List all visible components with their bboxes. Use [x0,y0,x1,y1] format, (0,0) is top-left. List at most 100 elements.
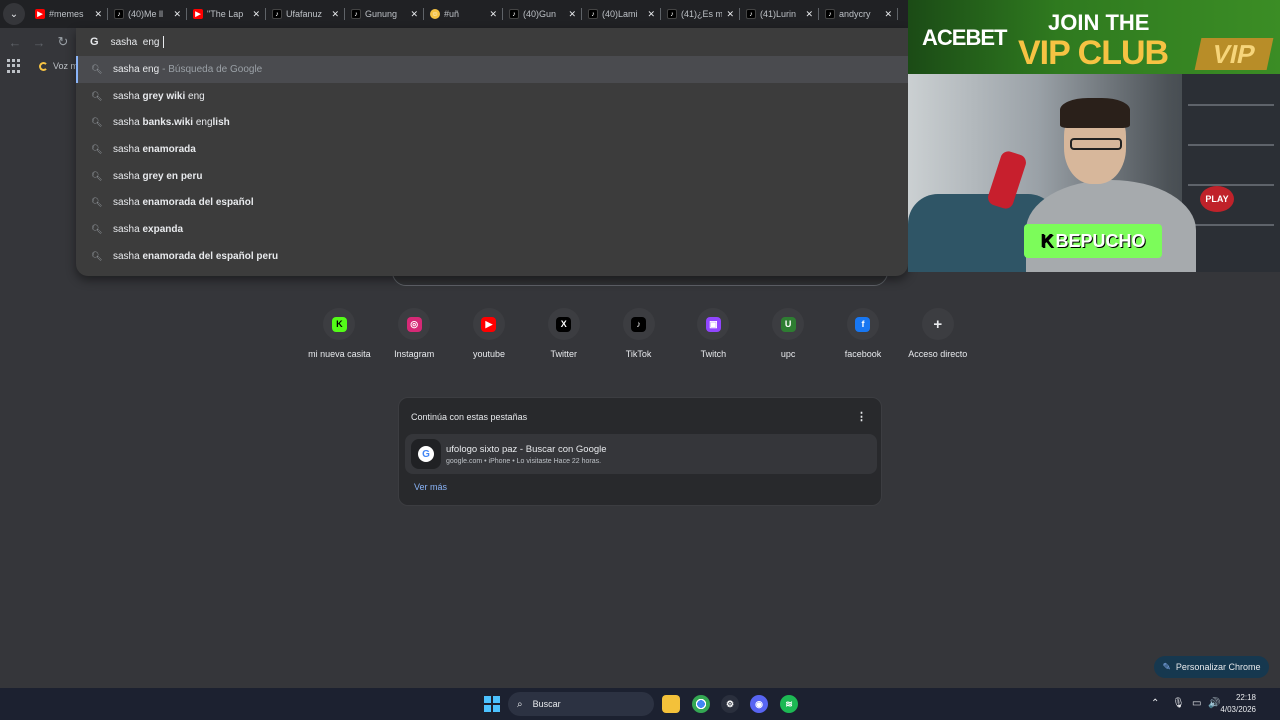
omnibox-suggestion[interactable]: 🔍︎ sasha enamorada del español peru [76,243,908,270]
close-icon[interactable]: ✕ [884,9,892,20]
browser-tab[interactable]: ♪ (40)Lami ✕ [582,0,661,28]
shortcuts-grid: Kmi nueva casita ◎ Instagram ▶ youtube X Twitt… [302,308,975,359]
shortcut-tile[interactable]: ▣ Twitch [676,308,751,359]
tab-title: #uñ [444,9,460,19]
tiktok-icon: ♪ [746,9,756,19]
reload-icon: ↻ [57,34,69,49]
tiktok-icon: ♪ [114,9,124,19]
browser-tab[interactable]: ♪ Ufafanuz ✕ [266,0,345,28]
browser-tab[interactable]: ♪ (41)Lurin ✕ [740,0,819,28]
shortcut-label: TikTok [625,349,652,359]
omnibox-suggestion[interactable]: 🔍︎ sasha enamorada [76,136,908,163]
search-icon: 🔍︎ [91,143,103,154]
close-icon[interactable]: ✕ [568,9,576,20]
shortcut-tile[interactable]: ▶ youtube [452,308,527,359]
tab-title: (41)Lurin [760,9,797,19]
chevron-down-icon: ⌄ [9,8,19,20]
close-icon[interactable]: ✕ [489,9,497,20]
search-icon: 🔍︎ [91,90,103,101]
spotify-icon[interactable]: ≋ [780,695,798,713]
youtube-icon: ▶ [193,9,203,19]
omnibox-suggestion[interactable]: 🔍︎ sasha grey wiki eng [76,83,908,110]
forward-button[interactable]: → [27,30,51,54]
browser-tab[interactable]: ♪ andycry ✕ [819,0,898,28]
shortcut-tile[interactable]: ♪ TikTok [601,308,676,359]
search-icon: 🔍︎ [91,197,103,208]
continue-tab-item[interactable]: G ufologo sixto paz - Buscar con Google … [405,434,877,474]
chrome-icon[interactable] [692,695,710,713]
browser-tab[interactable]: ♪ (40)Me ll ✕ [108,0,187,28]
tab-title: Ufafanuz [286,9,323,19]
close-icon[interactable]: ✕ [94,9,102,20]
shortcut-label: youtube [472,349,505,359]
shortcut-icon: ▣ [697,308,730,340]
google-g-icon: G [90,36,99,48]
network-icon[interactable]: ▭ [1192,698,1201,709]
omnibox-suggestion[interactable]: 🔍︎ sasha expanda [76,216,908,243]
shortcut-tile[interactable]: Uupc [751,308,826,359]
continue-tab-meta: google.com • iPhone • Lo visitaste Hace … [446,458,602,465]
omnibox-input[interactable]: G sasha eng [76,28,908,56]
browser-tab[interactable]: ▶ #memes ✕ [29,0,108,28]
close-icon[interactable]: ✕ [331,9,339,20]
streamer-name-badge: K BEPUCHO [1024,224,1162,258]
browser-tab[interactable]: ▶ "The Lap ✕ [187,0,266,28]
system-clock[interactable]: 22:18 4/03/2026 [1220,692,1256,716]
close-icon[interactable]: ✕ [252,9,260,20]
tab-title: (40)Lami [602,9,638,19]
banner-vip-club-text: VIP CLUB [1018,34,1169,72]
shortcut-label: Twitter [550,349,578,359]
steam-icon[interactable]: ⚙ [721,695,739,713]
bookmark-item[interactable]: Voz m [39,61,78,71]
taskbar-search[interactable]: ⌕ Buscar [508,692,654,716]
loading-icon [39,61,48,71]
close-icon[interactable]: ✕ [173,9,181,20]
tiktok-icon: ♪ [667,9,677,19]
tab-search-button[interactable]: ⌄ [3,3,25,25]
microphone-icon[interactable]: 🎙 [1172,698,1185,709]
card-title: Continúa con estas pestañas [411,412,528,422]
omnibox-suggestion[interactable]: 🔍︎ sasha enamorada del español [76,189,908,216]
close-icon[interactable]: ✕ [726,9,734,20]
see-more-link[interactable]: Ver más [414,482,447,492]
chevron-up-icon[interactable]: ⌃ [1151,698,1159,709]
browser-tab[interactable]: ☺ #uñ ✕ [424,0,503,28]
omnibox-suggestion[interactable]: 🔍︎ sasha banks.wiki english [76,109,908,136]
search-icon: 🔍︎ [91,250,103,261]
shortcut-tile[interactable]: X Twitter [526,308,601,359]
tiktok-icon: ♪ [825,9,835,19]
sponsor-banner: ACEBET JOIN THE VIP CLUB VIP [908,0,1280,74]
search-icon: 🔍︎ [91,63,103,74]
emoji-icon: ☺ [430,9,440,19]
browser-tab[interactable]: ♪ Gunung ✕ [345,0,424,28]
shortcut-tile[interactable]: + Acceso directo [900,308,975,359]
shortcut-tile[interactable]: ◎ Instagram [377,308,452,359]
volume-icon[interactable]: 🔊 [1208,698,1220,709]
shortcut-tile[interactable]: f facebook [826,308,901,359]
browser-tab[interactable]: ♪ (40)Gun ✕ [503,0,582,28]
omnibox-suggestion[interactable]: 🔍︎ sasha grey en peru [76,163,908,190]
reload-button[interactable]: ↻ [51,30,75,54]
omnibox-suggestion[interactable]: 🔍︎ sasha eng - Búsqueda de Google [76,56,908,83]
shortcut-label: facebook [844,349,882,359]
back-button[interactable]: ← [3,30,27,54]
discord-icon[interactable]: ◉ [750,695,768,713]
search-icon: 🔍︎ [91,170,103,181]
close-icon[interactable]: ✕ [647,9,655,20]
youtube-icon: ▶ [35,9,45,19]
tiktok-icon: ♪ [509,9,519,19]
browser-tab[interactable]: ♪ (41)¿Es m ✕ [661,0,740,28]
apps-grid-icon[interactable] [7,59,21,73]
shortcut-icon: f [846,308,879,340]
file-explorer-icon[interactable] [662,695,680,713]
tab-title: andycry [839,9,871,19]
customize-chrome-button[interactable]: ✎ Personalizar Chrome [1154,656,1269,678]
close-icon[interactable]: ✕ [410,9,418,20]
more-vert-icon[interactable]: ⋮ [856,410,867,423]
shortcut-icon: U [772,308,805,340]
shortcut-tile[interactable]: Kmi nueva casita [302,308,377,359]
google-icon: G [411,439,441,469]
windows-start-icon[interactable] [484,696,500,712]
close-icon[interactable]: ✕ [805,9,813,20]
arrow-left-icon: ← [8,34,22,50]
